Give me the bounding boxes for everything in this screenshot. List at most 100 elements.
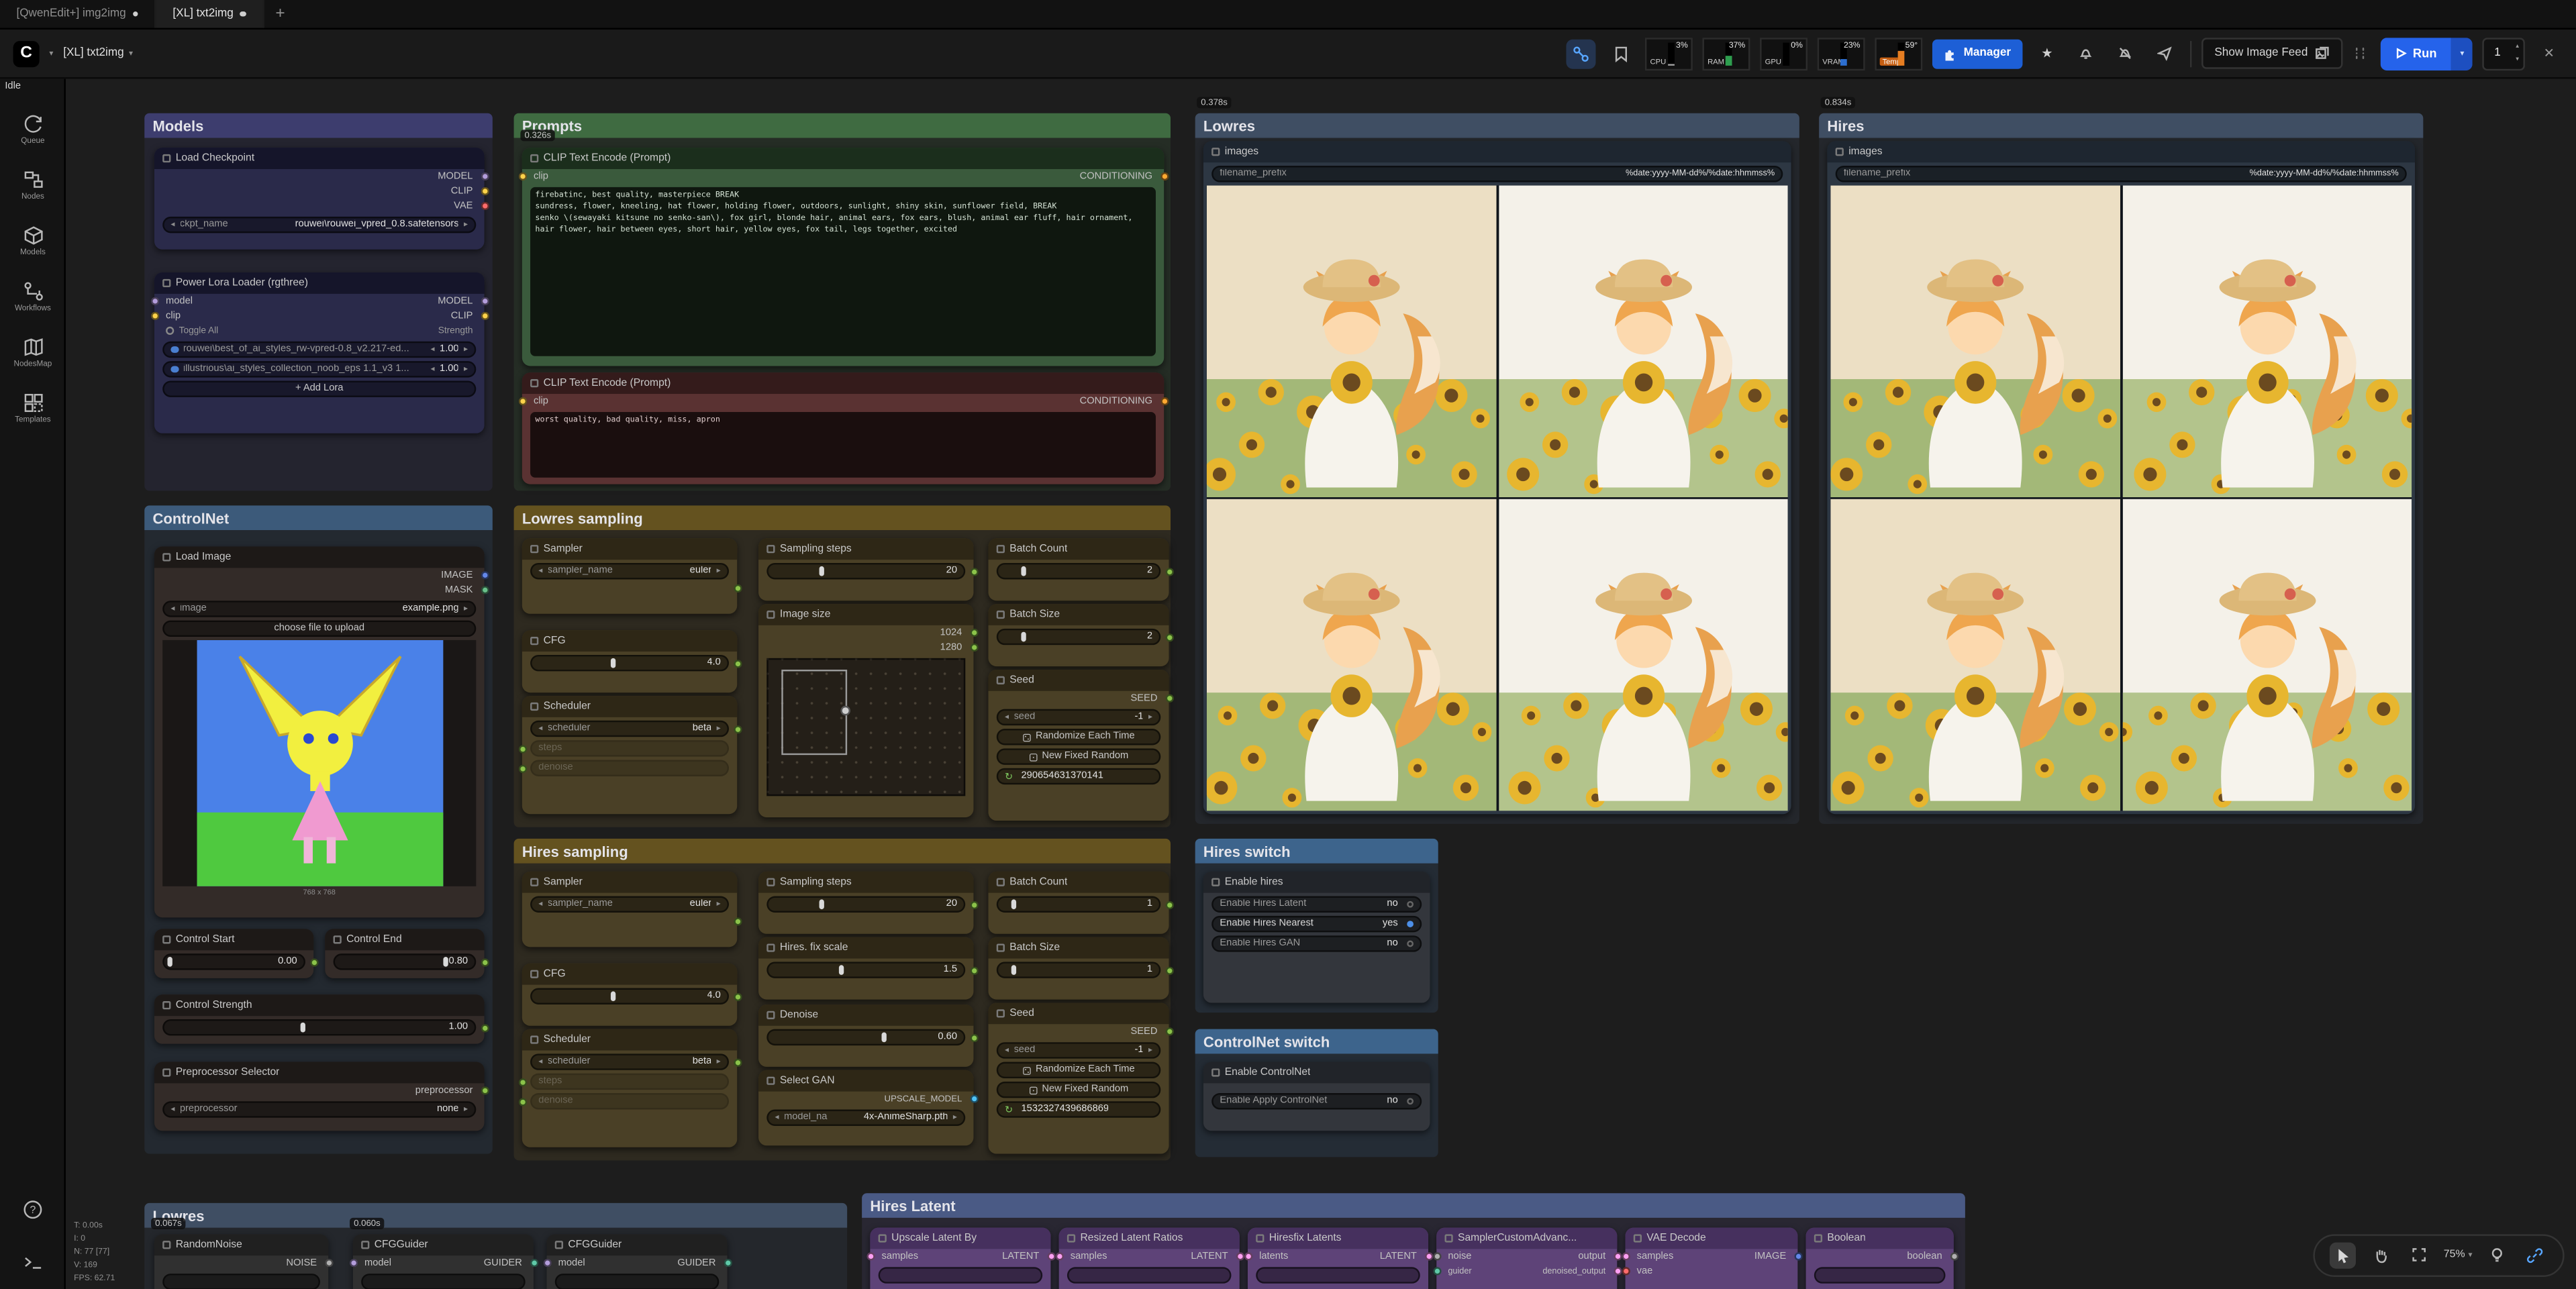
node-header[interactable]: Boolean [1806, 1228, 1954, 1249]
group-header[interactable]: ControlNet switch [1195, 1029, 1438, 1054]
lora-enabled-toggle[interactable] [170, 366, 178, 373]
node-header[interactable]: Sampler [522, 872, 737, 893]
widget[interactable] [1256, 1267, 1420, 1283]
negative-prompt-textarea[interactable]: worst quality, bad quality, miss, apron [530, 412, 1156, 478]
drag-handle-icon[interactable] [2352, 48, 2370, 59]
output-port-int[interactable] [1165, 568, 1173, 576]
zoom-level-dropdown[interactable]: 75% ▾ [2444, 1249, 2473, 1260]
collapse-toggle[interactable] [997, 943, 1005, 951]
batch-size-slider[interactable]: 1 [997, 962, 1161, 978]
control-start-slider[interactable]: 0.00 [162, 953, 305, 970]
output-port-float[interactable] [480, 958, 488, 966]
node-cfg-guider-1[interactable]: CFGGuider modelGUIDER [353, 1234, 534, 1289]
group-header[interactable]: Lowres [144, 1203, 847, 1228]
node-header[interactable]: Scheduler [522, 696, 737, 717]
collapse-toggle[interactable] [766, 1077, 775, 1085]
ckpt-name-widget[interactable]: ◂ckpt_namerouwei\rouwei_vpred_0.8.safete… [162, 217, 476, 233]
node-hires-seed[interactable]: Seed SEED ◂seed-1▸ Randomize Each Time N… [988, 1003, 1169, 1154]
node-header[interactable]: VAE Decode [1626, 1228, 1798, 1249]
node-hires-sampling-steps[interactable]: Sampling steps 20 [758, 872, 973, 934]
output-port-int[interactable] [1165, 633, 1173, 641]
node-hires-sampler[interactable]: Sampler ◂sampler_nameeuler▸ [522, 872, 737, 947]
node-header[interactable]: CLIP Text Encode (Prompt) [522, 148, 1164, 169]
noise-seed-widget[interactable] [162, 1274, 320, 1289]
control-end-slider[interactable]: 0.80 [334, 953, 477, 970]
output-port-latent[interactable] [1046, 1252, 1054, 1260]
sampler-name-widget[interactable]: ◂sampler_nameeuler▸ [530, 896, 729, 913]
node-lowres-image-size[interactable]: Image size 1024 1280 [758, 604, 973, 817]
star-button[interactable]: ★ [2032, 38, 2062, 68]
collapse-toggle[interactable] [1211, 878, 1220, 886]
sidebar-item-templates[interactable]: Templates [0, 380, 66, 436]
output-port-float[interactable] [969, 967, 977, 975]
node-header[interactable]: Sampling steps [758, 538, 973, 560]
node-header[interactable]: Select GAN [758, 1070, 973, 1092]
node-header[interactable]: Sampling steps [758, 872, 973, 893]
positive-prompt-textarea[interactable]: firebatinc, best quality, masterpiece BR… [530, 187, 1156, 356]
lora-row-2[interactable]: illustrious\ai_styles_collection_noob_ep… [162, 361, 476, 377]
output-port-sampler[interactable] [733, 917, 741, 925]
add-lora-button[interactable]: + Add Lora [162, 380, 476, 397]
node-load-image[interactable]: Load Image IMAGE MASK ◂imageexample.png▸… [154, 547, 485, 918]
node-cfg-guider-2[interactable]: CFGGuider modelGUIDER [547, 1234, 728, 1289]
sidebar-item-nodes[interactable]: Nodes [0, 158, 66, 213]
node-header[interactable]: Control Strength [154, 994, 485, 1016]
steps-slider[interactable]: 20 [766, 896, 965, 913]
collapse-toggle[interactable] [766, 943, 775, 951]
collapse-toggle[interactable] [530, 970, 538, 978]
show-image-feed-button[interactable]: Show Image Feed [2201, 38, 2342, 68]
collapse-toggle[interactable] [162, 1241, 170, 1249]
new-tab-button[interactable]: + [264, 0, 297, 28]
output-port-guider[interactable] [530, 1259, 538, 1267]
close-toolbar-button[interactable]: ✕ [2535, 46, 2563, 60]
output-port-image[interactable] [480, 571, 488, 579]
tab-qwenedit-img2img[interactable]: [QwenEdit+] img2img [0, 0, 156, 28]
output-port-guider[interactable] [723, 1259, 731, 1267]
toggle-on-icon[interactable] [1406, 921, 1414, 928]
node-header[interactable]: Preprocessor Selector [154, 1062, 485, 1084]
node-hires-save-images[interactable]: images filename_prefix%date:yyyy-MM-dd%/… [1827, 141, 2415, 814]
generated-image[interactable] [1830, 499, 2120, 811]
node-header[interactable]: Enable hires [1203, 872, 1430, 893]
collapse-toggle[interactable] [766, 611, 775, 619]
node-random-noise[interactable]: RandomNoise NOISE [154, 1234, 328, 1289]
node-header[interactable]: CLIP Text Encode (Prompt) [522, 372, 1164, 394]
collapse-toggle[interactable] [997, 676, 1005, 684]
node-resized-latent-ratios[interactable]: Resized Latent Ratios samplesLATENT [1059, 1228, 1240, 1289]
output-port-image[interactable] [1793, 1252, 1801, 1260]
generated-image[interactable] [1207, 185, 1497, 497]
output-port-preprocessor[interactable] [480, 1086, 488, 1094]
output-port-int[interactable] [969, 901, 977, 909]
output-port-width[interactable] [969, 629, 977, 637]
node-boolean[interactable]: Boolean boolean [1806, 1228, 1954, 1289]
last-seed-row[interactable]: ↻1532327439686869 [997, 1101, 1161, 1117]
output-port-boolean[interactable] [1950, 1252, 1958, 1260]
generated-image[interactable] [1207, 499, 1497, 811]
node-header[interactable]: Batch Size [988, 604, 1169, 625]
prev-arrow-icon[interactable]: ◂ [170, 220, 175, 230]
run-options-button[interactable]: ▾ [2452, 37, 2473, 70]
node-header[interactable]: Resized Latent Ratios [1059, 1228, 1240, 1249]
bell-off-button[interactable] [2111, 38, 2140, 68]
filename-prefix-widget[interactable]: filename_prefix%date:yyyy-MM-dd%/%date:h… [1211, 166, 1783, 182]
collapse-toggle[interactable] [530, 1035, 538, 1043]
control-strength-slider[interactable]: 1.00 [162, 1019, 476, 1035]
node-hires-batch-size[interactable]: Batch Size 1 [988, 937, 1169, 1000]
output-port-upscale-model[interactable] [969, 1094, 977, 1102]
denoise-slider[interactable]: 0.60 [766, 1029, 965, 1045]
terminal-button[interactable] [22, 1250, 44, 1280]
help-button[interactable]: ? [23, 1197, 42, 1227]
collapse-toggle[interactable] [766, 1011, 775, 1019]
collapse-toggle[interactable] [1444, 1234, 1452, 1242]
node-sampler-custom-advanced[interactable]: SamplerCustomAdvanc... noiseoutput guide… [1436, 1228, 1617, 1289]
share-button[interactable] [2150, 38, 2180, 68]
batch-count-stepper[interactable]: 1 ▴ ▾ [2483, 37, 2526, 70]
output-port-model[interactable] [480, 172, 488, 181]
output-port-output[interactable] [1613, 1252, 1621, 1260]
node-header[interactable]: Load Image [154, 547, 485, 568]
collapse-toggle[interactable] [162, 1001, 170, 1009]
output-port-mask[interactable] [480, 586, 488, 594]
toggle-off-icon[interactable] [1406, 1098, 1414, 1105]
node-header[interactable]: Upscale Latent By [870, 1228, 1050, 1249]
node-hires-denoise[interactable]: Denoise 0.60 [758, 1004, 973, 1067]
